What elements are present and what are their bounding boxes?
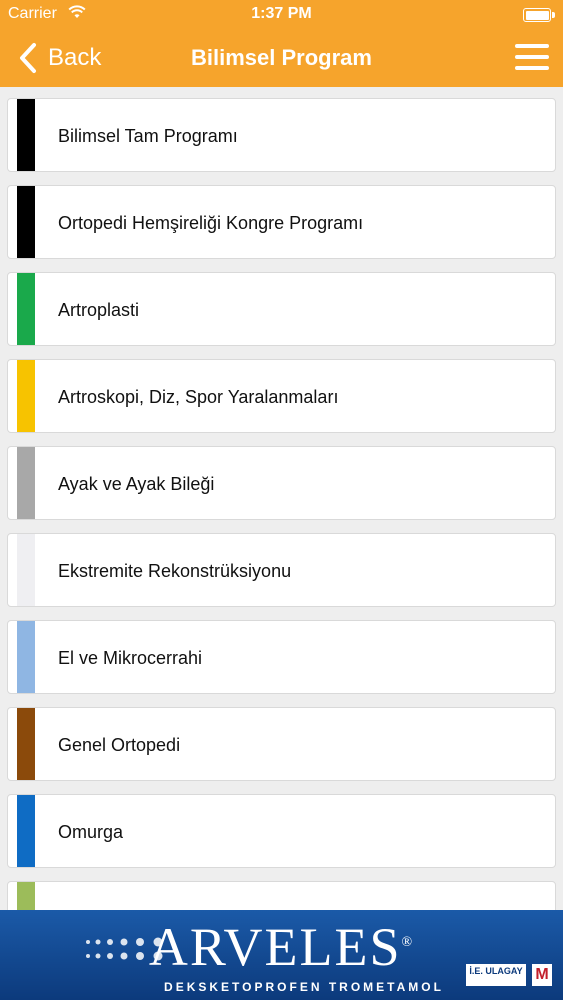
category-color-bar: [17, 447, 35, 519]
hamburger-icon-line: [515, 55, 549, 59]
menu-button[interactable]: [515, 42, 549, 72]
list-item-label: Artroplasti: [58, 300, 140, 320]
company-logo: İ.E. ULAGAY: [466, 964, 526, 986]
list-item-label: Bilimsel Tam Programı: [58, 126, 238, 146]
company-name: İ.E. ULAGAY: [469, 966, 523, 976]
program-list: Bilimsel Tam Programı Ortopedi Hemşireli…: [0, 87, 563, 910]
list-item-label: Artroskopi, Diz, Spor Yaralanmaları: [58, 387, 339, 407]
category-color-bar: [17, 360, 35, 432]
battery-icon: [523, 8, 555, 22]
list-item-label: Omurga: [58, 822, 124, 842]
brand-name: ARVELES: [148, 917, 402, 977]
category-color-bar: [17, 882, 35, 910]
back-button[interactable]: Back: [14, 40, 101, 76]
category-color-bar: [17, 534, 35, 606]
list-item[interactable]: Artroskopi, Diz, Spor Yaralanmaları: [7, 359, 556, 433]
list-item-label: Ayak ve Ayak Bileği: [58, 474, 215, 494]
ad-banner[interactable]: ARVELES® DEKSKETOPROFEN TROMETAMOL İ.E. …: [0, 910, 563, 1000]
chevron-left-icon: [20, 43, 36, 73]
hamburger-icon-line: [515, 66, 549, 70]
list-item[interactable]: Ayak ve Ayak Bileği: [7, 446, 556, 520]
list-item[interactable]: Genel Ortopedi: [7, 707, 556, 781]
registered-mark: ®: [401, 935, 415, 950]
category-color-bar: [17, 708, 35, 780]
list-item-label: Ortopedi Hemşireliği Kongre Programı: [58, 213, 364, 233]
back-label: Back: [48, 44, 102, 71]
list-item[interactable]: Bilimsel Tam Programı: [7, 98, 556, 172]
nav-bar: Back Bilimsel Program: [0, 30, 563, 87]
list-item[interactable]: El ve Mikrocerrahi: [7, 620, 556, 694]
category-color-bar: [17, 795, 35, 867]
category-color-bar: [17, 621, 35, 693]
category-color-bar: [17, 186, 35, 258]
list-item[interactable]: [7, 881, 556, 910]
category-color-bar: [17, 99, 35, 171]
list-item[interactable]: Omurga: [7, 794, 556, 868]
category-color-bar: [17, 273, 35, 345]
list-item-label: Genel Ortopedi: [58, 735, 181, 755]
list-item[interactable]: Ortopedi Hemşireliği Kongre Programı: [7, 185, 556, 259]
list-item[interactable]: Artroplasti: [7, 272, 556, 346]
list-item[interactable]: Ekstremite Rekonstrüksiyonu: [7, 533, 556, 607]
hamburger-icon: [515, 44, 549, 48]
list-item-label: Ekstremite Rekonstrüksiyonu: [58, 561, 292, 581]
list-item-label: El ve Mikrocerrahi: [58, 648, 203, 668]
status-time: 1:37 PM: [251, 5, 312, 22]
m-logo-icon: M: [532, 964, 552, 986]
status-bar: Carrier 1:37 PM: [0, 0, 563, 30]
banner-subtitle: DEKSKETOPROFEN TROMETAMOL: [164, 980, 444, 994]
